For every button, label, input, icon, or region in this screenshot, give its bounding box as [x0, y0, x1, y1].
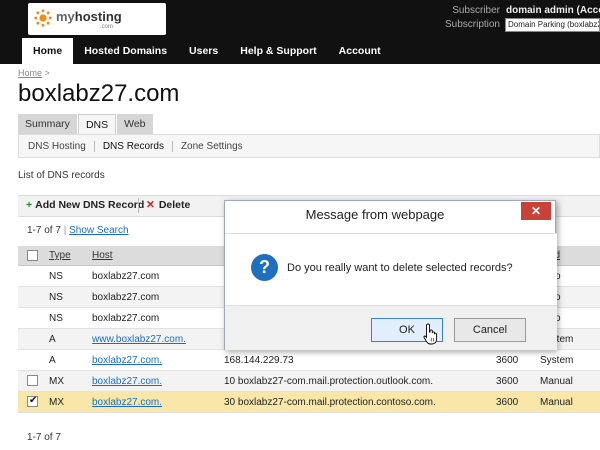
row-host: boxlabz27.com	[92, 292, 160, 303]
row-type: A	[49, 355, 56, 366]
question-icon: ?	[251, 254, 278, 281]
row-host-link[interactable]: boxlabz27.com.	[92, 355, 162, 366]
row-host-link[interactable]: www.boxlabz27.com.	[92, 334, 186, 345]
add-dns-record-button[interactable]: + Add New DNS Record	[26, 199, 144, 211]
column-type[interactable]: Type	[49, 250, 71, 261]
logo-text-a: my	[56, 9, 75, 24]
breadcrumb: Home >	[18, 68, 50, 78]
subscription-select[interactable]: Domain Parking (boxlabz27.c	[505, 18, 600, 32]
subtabs: DNS Hosting DNS Records Zone Settings	[28, 141, 259, 152]
confirm-dialog: Message from webpage ✕ ? Do you really w…	[224, 200, 557, 350]
tabs: Summary DNS Web	[18, 114, 154, 135]
row-ttl: 3600	[496, 355, 519, 366]
row-host-link[interactable]: boxlabz27.com.	[92, 397, 162, 408]
dialog-body: ? Do you really want to delete selected …	[225, 233, 557, 305]
dialog-title: Message from webpage	[305, 207, 445, 222]
row-ttl: 3600	[496, 376, 519, 387]
dialog-footer: OK Cancel	[225, 305, 557, 350]
add-icon: +	[26, 199, 33, 211]
cancel-button[interactable]: Cancel	[454, 318, 526, 342]
tab-summary[interactable]: Summary	[18, 114, 77, 135]
row-type: NS	[49, 292, 63, 303]
subtab-dns-hosting[interactable]: DNS Hosting	[28, 141, 95, 152]
logo-subtext: .com	[100, 24, 114, 30]
delete-button[interactable]: ✕ Delete	[146, 199, 190, 211]
select-all-checkbox[interactable]	[27, 250, 38, 261]
logo-sun-icon	[34, 9, 52, 27]
nav-home[interactable]: Home	[22, 38, 74, 64]
row-checkbox[interactable]	[27, 375, 38, 386]
breadcrumb-separator: >	[44, 68, 50, 78]
row-value: 30 boxlabz27-com.mail.protection.contoso…	[224, 397, 436, 408]
row-kind: System	[540, 355, 574, 366]
nav-account[interactable]: Account	[328, 38, 392, 64]
list-title: List of DNS records	[18, 170, 105, 181]
tab-web[interactable]: Web	[117, 114, 153, 135]
record-count-top: 1-7 of 7 | Show Search	[27, 225, 129, 236]
tab-dns[interactable]: DNS	[77, 114, 117, 135]
subscriber-value[interactable]: domain admin (Accoun	[506, 5, 600, 16]
hand-cursor-icon	[423, 323, 438, 345]
row-host: boxlabz27.com	[92, 271, 160, 282]
nav-hosted-domains[interactable]: Hosted Domains	[73, 38, 178, 64]
row-kind: Manual	[540, 397, 573, 408]
nav-help-support[interactable]: Help & Support	[229, 38, 327, 64]
record-count-text: 1-7 of 7	[27, 225, 61, 236]
row-checkbox-checked[interactable]	[27, 395, 38, 407]
row-value: 168.144.229.73	[224, 355, 294, 366]
nav-users[interactable]: Users	[178, 38, 229, 64]
column-host[interactable]: Host	[92, 250, 113, 261]
top-nav: Home Hosted Domains Users Help & Support…	[22, 38, 392, 64]
show-search-link[interactable]: Show Search	[69, 225, 128, 236]
row-value: 10 boxlabz27-com.mail.protection.outlook…	[224, 376, 433, 387]
delete-icon: ✕	[146, 199, 155, 211]
subtab-zone-settings[interactable]: Zone Settings	[181, 141, 251, 152]
delete-label: Delete	[158, 199, 191, 211]
row-type: NS	[49, 271, 63, 282]
table-row-selected[interactable]: MX boxlabz27.com. 30 boxlabz27-com.mail.…	[18, 392, 600, 413]
close-icon[interactable]: ✕	[521, 202, 551, 220]
row-host: boxlabz27.com	[92, 313, 160, 324]
table-row[interactable]: A boxlabz27.com. 168.144.229.73 3600 Sys…	[18, 350, 600, 371]
row-type: MX	[49, 397, 64, 408]
toolbar-divider	[138, 198, 139, 213]
top-header: myhosting .com Subscriber domain admin (…	[0, 0, 600, 64]
subscriber-label: Subscriber	[452, 5, 500, 16]
add-dns-record-label: Add New DNS Record	[35, 199, 145, 211]
table-row[interactable]: MX boxlabz27.com. 10 boxlabz27-com.mail.…	[18, 371, 600, 392]
subtab-dns-records[interactable]: DNS Records	[103, 141, 173, 152]
record-count-bottom: 1-7 of 7	[27, 432, 61, 443]
count-separator: |	[63, 225, 67, 236]
breadcrumb-home[interactable]: Home	[18, 68, 42, 78]
dialog-message: Do you really want to delete selected re…	[287, 262, 513, 274]
subscription-label: Subscription	[444, 19, 500, 30]
logo-text-b: hosting	[74, 9, 122, 24]
logo-text: myhosting	[56, 9, 122, 24]
row-type: MX	[49, 376, 64, 387]
row-ttl: 3600	[496, 397, 519, 408]
row-type: A	[49, 334, 56, 345]
row-host-link[interactable]: boxlabz27.com.	[92, 376, 162, 387]
page-title: boxlabz27.com	[18, 80, 180, 107]
row-kind: Manual	[540, 376, 573, 387]
row-type: NS	[49, 313, 63, 324]
